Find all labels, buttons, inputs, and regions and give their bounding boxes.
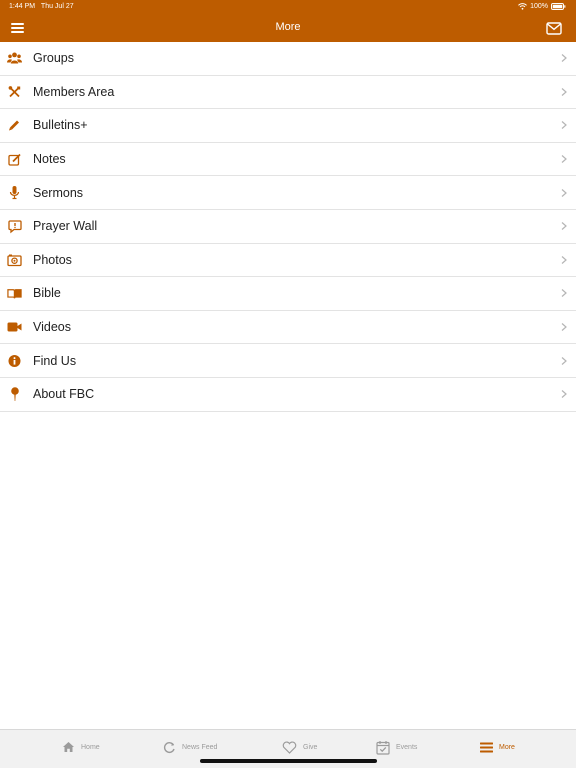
hamburger-icon: [480, 742, 493, 752]
menu-item-members-area[interactable]: Members Area: [0, 75, 576, 110]
menu-item-bible[interactable]: Bible: [0, 277, 576, 311]
battery-percent: 100%: [530, 3, 548, 10]
menu-item-groups[interactable]: Groups: [0, 42, 576, 76]
chevron-right-icon: [561, 54, 567, 63]
tab-events[interactable]: Events: [376, 738, 417, 756]
menu-item-sermons[interactable]: Sermons: [0, 176, 576, 210]
menu-item-label: About FBC: [33, 387, 95, 402]
more-menu-list: Groups Members Area Bulletins+ Notes Ser…: [0, 42, 576, 412]
tab-label: News Feed: [182, 743, 218, 751]
menu-item-prayer-wall[interactable]: Prayer Wall: [0, 209, 576, 244]
chevron-right-icon: [561, 188, 567, 197]
chevron-right-icon: [561, 155, 567, 164]
prayer-bubble-icon: [7, 219, 22, 234]
chevron-right-icon: [561, 323, 567, 331]
mail-button[interactable]: [546, 22, 562, 35]
status-time-text: 1:44 PM: [9, 3, 36, 10]
chevron-right-icon: [561, 222, 567, 231]
app-screen: 1:44 PM Thu Jul 27 100% More Groups Memb…: [0, 0, 576, 768]
video-camera-icon: [7, 320, 22, 335]
status-indicators: 100%: [518, 3, 566, 10]
edit-icon: [7, 152, 22, 167]
menu-item-label: Members Area: [33, 84, 115, 99]
menu-item-notes[interactable]: Notes: [0, 142, 576, 177]
status-time: 1:44 PM Thu Jul 27: [9, 3, 74, 10]
battery-icon: [551, 3, 566, 10]
menu-item-photos[interactable]: Photos: [0, 243, 576, 278]
menu-item-videos[interactable]: Videos: [0, 310, 576, 345]
menu-item-label: Notes: [33, 152, 66, 167]
tab-label: More: [499, 743, 515, 751]
open-book-icon: [7, 286, 22, 301]
page-title: More: [275, 21, 301, 33]
menu-item-label: Bible: [33, 286, 61, 301]
menu-item-bulletins[interactable]: Bulletins+: [0, 109, 576, 143]
menu-item-label: Groups: [33, 51, 74, 66]
tab-more[interactable]: More: [480, 738, 515, 756]
chevron-right-icon: [561, 390, 567, 399]
wifi-icon: [518, 3, 527, 10]
refresh-icon: [163, 741, 175, 753]
menu-item-find-us[interactable]: Find Us: [0, 344, 576, 378]
calendar-icon: [376, 740, 390, 755]
tab-label: Home: [81, 743, 100, 751]
home-icon: [63, 742, 74, 752]
tab-label: Events: [396, 743, 418, 751]
header-bar: 1:44 PM Thu Jul 27 100% More: [0, 0, 576, 42]
tab-bar: Home News Feed Give Events More: [0, 729, 576, 768]
tab-give[interactable]: Give: [282, 738, 317, 756]
menu-item-label: Prayer Wall: [33, 219, 98, 234]
menu-item-label: Bulletins+: [33, 118, 88, 133]
pin-icon: [7, 387, 22, 402]
menu-item-about-fbc[interactable]: About FBC: [0, 377, 576, 412]
chevron-right-icon: [561, 255, 567, 264]
tab-home[interactable]: Home: [62, 738, 100, 756]
groups-icon: [7, 51, 22, 66]
menu-item-label: Sermons: [33, 185, 84, 200]
info-icon: [7, 353, 22, 368]
heart-icon: [282, 740, 297, 754]
camera-icon: [7, 252, 22, 267]
status-date: Thu Jul 27: [40, 3, 74, 10]
mail-icon: [546, 22, 562, 35]
chevron-right-icon: [561, 356, 567, 365]
microphone-icon: [7, 185, 22, 200]
menu-item-label: Photos: [33, 252, 72, 267]
home-indicator: [200, 759, 377, 763]
chevron-right-icon: [561, 289, 567, 298]
chevron-right-icon: [561, 121, 567, 130]
tab-label: Give: [303, 743, 318, 751]
pencil-icon: [7, 118, 22, 133]
tab-news-feed[interactable]: News Feed: [163, 738, 217, 756]
tools-icon: [7, 84, 22, 99]
menu-item-label: Videos: [33, 320, 71, 335]
chevron-right-icon: [561, 87, 567, 96]
menu-item-label: Find Us: [33, 353, 77, 368]
